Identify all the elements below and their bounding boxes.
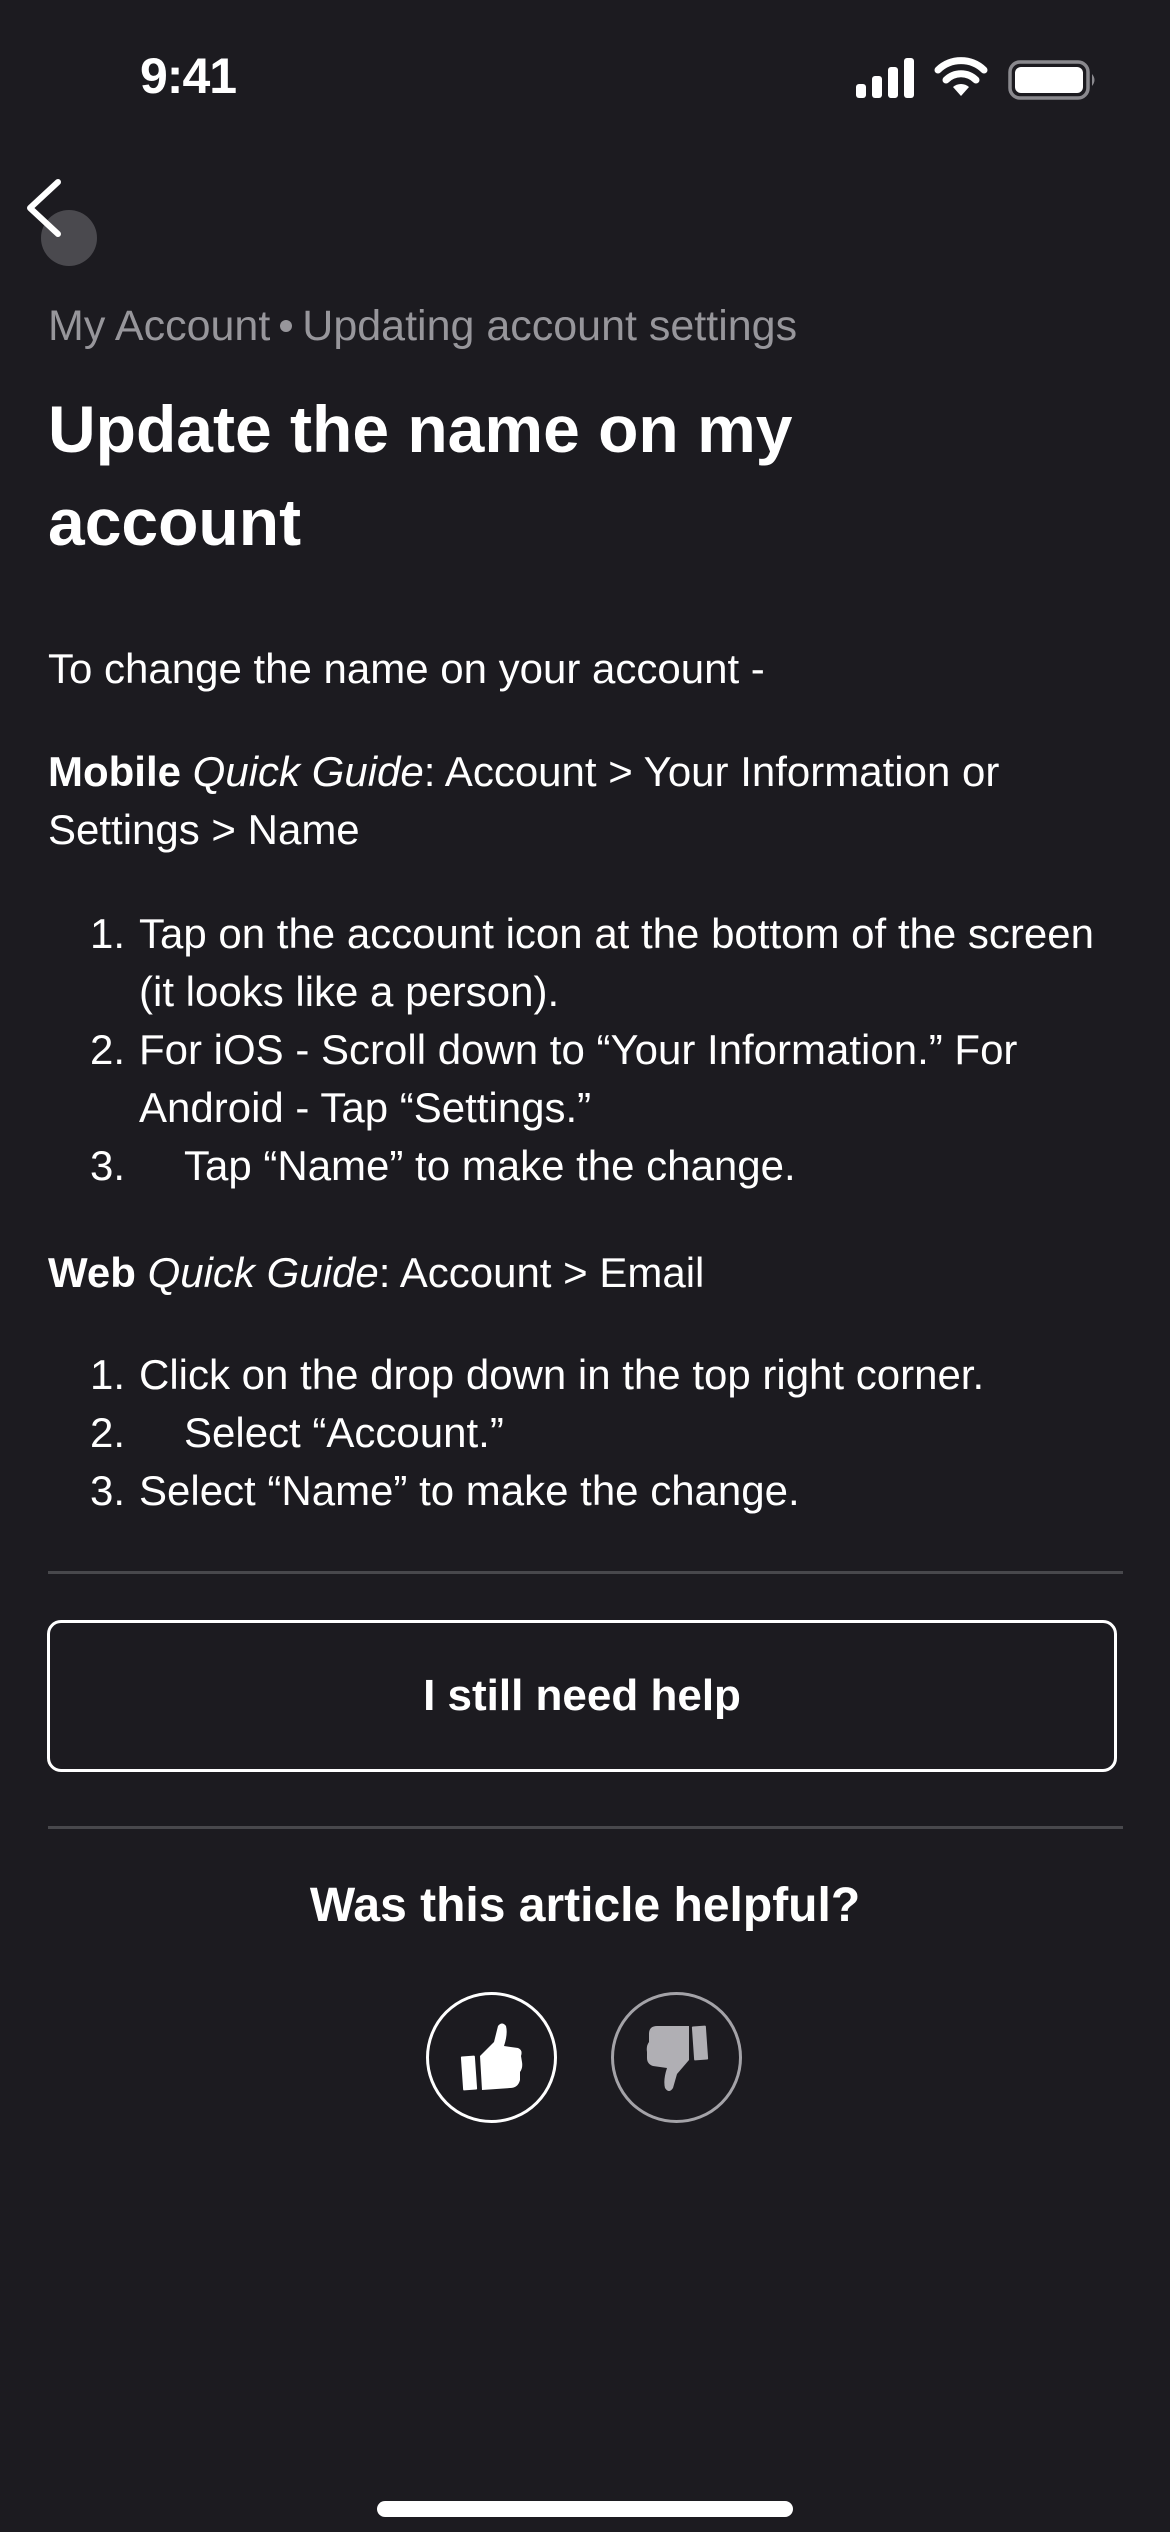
step-number: 3. bbox=[90, 1467, 126, 1514]
wifi-icon bbox=[934, 57, 988, 96]
chevron-left-icon[interactable] bbox=[18, 170, 78, 250]
step-number: 2. bbox=[90, 1409, 126, 1456]
list-item: 2. Select “Account.” bbox=[90, 1404, 1130, 1462]
web-platform-label: Web bbox=[48, 1249, 136, 1296]
list-item: 2. For iOS - Scroll down to “Your Informa… bbox=[90, 1021, 1130, 1137]
thumbs-up-button[interactable] bbox=[426, 1992, 557, 2123]
breadcrumb-item-updating-account-settings[interactable]: Updating account settings bbox=[302, 302, 797, 350]
battery-icon bbox=[1008, 60, 1095, 100]
page-title: Update the name on my account bbox=[48, 392, 793, 559]
mobile-platform-label: Mobile bbox=[48, 748, 181, 795]
breadcrumb-item-my-account[interactable]: My Account bbox=[48, 302, 270, 350]
web-steps-list: 1. Click on the drop down in the top righ… bbox=[90, 1346, 1130, 1520]
mobile-guide-heading: Mobile Quick Guide: Account > Your Infor… bbox=[48, 743, 1128, 859]
web-guide-path: : Account > Email bbox=[378, 1249, 705, 1296]
thumbs-down-button[interactable] bbox=[611, 1992, 742, 2123]
home-indicator[interactable] bbox=[377, 2501, 793, 2517]
step-text: Tap on the account icon at the bottom of… bbox=[139, 910, 1094, 1015]
step-number: 2. bbox=[90, 1026, 126, 1073]
step-text: Click on the drop down in the top right … bbox=[139, 1351, 985, 1398]
web-quick-guide-label: Quick Guide bbox=[147, 1249, 379, 1296]
step-text: For iOS - Scroll down to “Your Informati… bbox=[139, 1026, 1018, 1131]
step-text: Select “Name” to make the change. bbox=[139, 1467, 800, 1514]
still-need-help-button[interactable]: I still need help bbox=[47, 1620, 1117, 1772]
step-text: Select “Account.” bbox=[184, 1409, 504, 1456]
thumbs-down-icon bbox=[646, 2025, 708, 2091]
list-item: 3. Tap “Name” to make the change. bbox=[90, 1137, 1130, 1195]
step-text: Tap “Name” to make the change. bbox=[184, 1142, 796, 1189]
mobile-guide-path: : Account > Your Information or Settings… bbox=[48, 748, 1000, 853]
mobile-quick-guide-label: Quick Guide bbox=[192, 748, 424, 795]
status-time: 9:41 bbox=[140, 48, 237, 104]
breadcrumb-separator bbox=[280, 319, 293, 332]
list-item: 3. Select “Name” to make the change. bbox=[90, 1462, 1130, 1520]
mobile-steps-list: 1. Tap on the account icon at the bottom … bbox=[90, 905, 1130, 1195]
breadcrumb: My Account Updating account settings bbox=[48, 296, 797, 356]
thumbs-up-icon bbox=[460, 2023, 522, 2090]
divider bbox=[48, 1571, 1123, 1574]
web-guide-heading: Web Quick Guide: Account > Email bbox=[48, 1244, 1128, 1302]
list-item: 1. Click on the drop down in the top righ… bbox=[90, 1346, 1130, 1404]
feedback-question: Was this article helpful? bbox=[309, 1879, 861, 1932]
list-item: 1. Tap on the account icon at the bottom … bbox=[90, 905, 1130, 1021]
step-number: 1. bbox=[90, 1351, 126, 1398]
divider bbox=[48, 1826, 1123, 1829]
article-intro: To change the name on your account - bbox=[48, 645, 765, 692]
step-number: 3. bbox=[90, 1142, 126, 1189]
step-number: 1. bbox=[90, 910, 126, 957]
cellular-signal-icon bbox=[856, 58, 914, 98]
